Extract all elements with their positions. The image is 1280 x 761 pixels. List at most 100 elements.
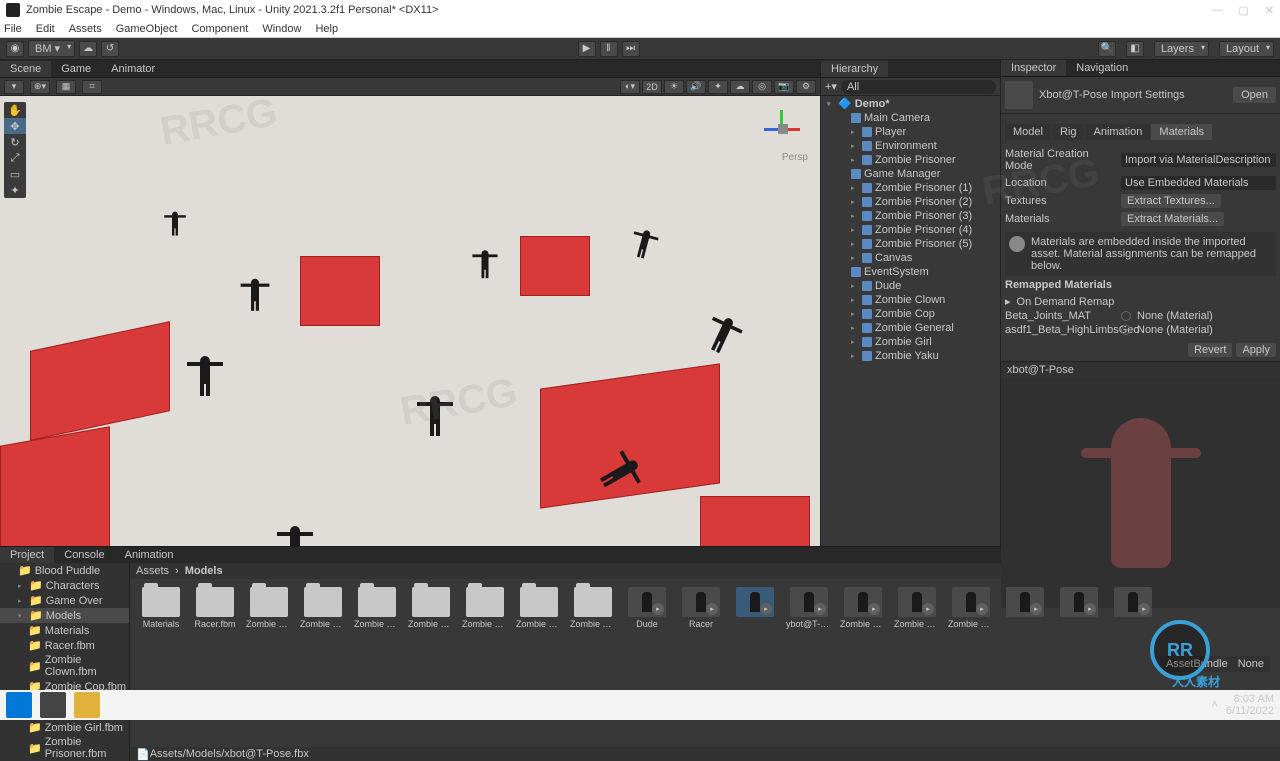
revert-button[interactable]: Revert [1188, 343, 1232, 357]
import-tab-materials[interactable]: Materials [1151, 124, 1212, 140]
open-button[interactable]: Open [1233, 87, 1276, 103]
search-icon[interactable]: 🔍 [1098, 41, 1116, 57]
rotate-tool[interactable]: ↻ [4, 134, 26, 150]
material-creation-dropdown[interactable]: Import via MaterialDescription [1121, 153, 1276, 167]
breadcrumb-item[interactable]: Models [185, 565, 223, 577]
scene-viewport[interactable]: ✋ ✥ ↻ ⤢ ▭ ✦ Persp [0, 96, 820, 546]
gizmos-dropdown[interactable]: ⚙ [796, 80, 816, 94]
tab-console[interactable]: Console [54, 547, 114, 563]
project-model[interactable]: ▸Zombie Cop [894, 587, 940, 629]
tab-scene[interactable]: Scene [0, 61, 51, 77]
transform-tool[interactable]: ✦ [4, 182, 26, 198]
minimize-button[interactable]: — [1211, 4, 1222, 17]
shading-dropdown[interactable]: ◐▾ [620, 80, 640, 94]
clock-date[interactable]: 6/11/2022 [1226, 705, 1274, 717]
gizmo-toggle[interactable]: ◎ [752, 80, 772, 94]
project-folder[interactable]: Zombie Pri... [462, 587, 508, 629]
taskbar-app-explorer[interactable] [74, 692, 100, 718]
project-folder[interactable]: Materials [138, 587, 184, 629]
tray-chevron-icon[interactable]: ˄ [1211, 699, 1217, 711]
rect-tool[interactable]: ▭ [4, 166, 26, 182]
hierarchy-item[interactable]: Main Camera [821, 111, 1000, 125]
start-button[interactable] [6, 692, 32, 718]
hierarchy-item[interactable]: ▸Zombie Girl [821, 335, 1000, 349]
hierarchy-item[interactable]: ▸Environment [821, 139, 1000, 153]
project-model-selected[interactable]: ▸ [732, 587, 778, 629]
account-icon[interactable]: ◉ [6, 41, 24, 57]
folder-item[interactable]: 📁Materials [0, 623, 129, 638]
project-model[interactable]: ▸ybot@T-P... [786, 587, 832, 629]
hierarchy-item[interactable]: ▸Zombie Prisoner (3) [821, 209, 1000, 223]
preview-title[interactable]: xbot@T-Pose [1001, 362, 1280, 378]
folder-item[interactable]: ▸📁Game Over [0, 593, 129, 608]
tab-animation[interactable]: Animation [115, 547, 184, 563]
import-tab-animation[interactable]: Animation [1085, 124, 1150, 140]
scale-tool[interactable]: ⤢ [4, 150, 26, 166]
project-folder[interactable]: Zombie Co... [300, 587, 346, 629]
folder-item-selected[interactable]: ▾📁Models [0, 608, 129, 623]
hierarchy-item[interactable]: ▸Dude [821, 279, 1000, 293]
pivot-dropdown[interactable]: ⊕▾ [30, 80, 50, 94]
menu-help[interactable]: Help [315, 23, 338, 35]
project-folder[interactable]: Zombie Ya... [570, 587, 616, 629]
folder-item[interactable]: 📁Racer.fbm [0, 638, 129, 653]
project-folder[interactable]: Zombie Girl... [408, 587, 454, 629]
project-folder[interactable]: Zombie Su... [516, 587, 562, 629]
hierarchy-item[interactable]: ▸Zombie Prisoner (2) [821, 195, 1000, 209]
hierarchy-item[interactable]: ▸Zombie Cop [821, 307, 1000, 321]
layout-dropdown[interactable]: Layout [1219, 41, 1274, 57]
fx-toggle[interactable]: ✦ [708, 80, 728, 94]
sky-toggle[interactable]: ☁ [730, 80, 750, 94]
extract-textures-button[interactable]: Extract Textures... [1121, 194, 1221, 208]
preview-viewport[interactable] [1001, 378, 1280, 608]
2d-toggle[interactable]: 2D [642, 80, 662, 94]
menu-edit[interactable]: Edit [36, 23, 55, 35]
hierarchy-search[interactable]: All [841, 80, 996, 94]
hierarchy-item[interactable]: ▸Zombie Prisoner (1) [821, 181, 1000, 195]
hierarchy-item[interactable]: EventSystem [821, 265, 1000, 279]
menu-assets[interactable]: Assets [69, 23, 102, 35]
maximize-button[interactable]: ▢ [1238, 4, 1248, 17]
step-button[interactable]: ⏭ [622, 41, 640, 57]
project-folder[interactable]: Zombie Cl... [246, 587, 292, 629]
hierarchy-item[interactable]: ▸Zombie Prisoner (5) [821, 237, 1000, 251]
hierarchy-item[interactable]: ▸Zombie General [821, 321, 1000, 335]
folder-item[interactable]: ▸📁Characters [0, 578, 129, 593]
projection-label[interactable]: Persp [782, 152, 808, 163]
snap-toggle[interactable]: ⌗ [82, 80, 102, 94]
project-model[interactable]: ▸ [1002, 587, 1048, 629]
pause-button[interactable]: ‖ [600, 41, 618, 57]
project-model[interactable]: ▸Dude [624, 587, 670, 629]
menu-component[interactable]: Component [191, 23, 248, 35]
light-toggle[interactable]: ☀ [664, 80, 684, 94]
tab-hierarchy[interactable]: Hierarchy [821, 61, 888, 77]
folder-item[interactable]: 📁Blood Puddle [0, 563, 129, 578]
tab-inspector[interactable]: Inspector [1001, 60, 1066, 76]
layers-icon[interactable]: ◧ [1126, 41, 1144, 57]
hierarchy-item[interactable]: ▸Zombie Clown [821, 293, 1000, 307]
import-tab-model[interactable]: Model [1005, 124, 1051, 140]
close-button[interactable]: ✕ [1265, 4, 1274, 17]
orientation-gizmo[interactable] [758, 104, 806, 152]
apply-button[interactable]: Apply [1236, 343, 1276, 357]
tab-animator[interactable]: Animator [101, 61, 165, 77]
menu-window[interactable]: Window [262, 23, 301, 35]
folder-item[interactable]: 📁Zombie Prisoner.fbm [0, 735, 129, 761]
material-field[interactable]: None (Material) [1137, 324, 1213, 336]
material-picker-icon[interactable] [1121, 311, 1131, 321]
hierarchy-item[interactable]: ▸Zombie Prisoner (4) [821, 223, 1000, 237]
material-picker-icon[interactable] [1121, 325, 1131, 335]
hierarchy-item[interactable]: ▸Zombie Yaku [821, 349, 1000, 363]
move-tool[interactable]: ✥ [4, 118, 26, 134]
history-icon[interactable]: ↺ [101, 41, 119, 57]
audio-toggle[interactable]: 🔊 [686, 80, 706, 94]
play-button[interactable]: ▶ [578, 41, 596, 57]
project-model[interactable]: ▸ [1056, 587, 1102, 629]
tab-game[interactable]: Game [51, 61, 101, 77]
folder-item[interactable]: 📁Zombie Clown.fbm [0, 653, 129, 679]
project-model[interactable]: ▸Zombie Cl... [840, 587, 886, 629]
project-model[interactable]: ▸Racer [678, 587, 724, 629]
clock-time[interactable]: 8:03 AM [1226, 693, 1274, 705]
tab-project[interactable]: Project [0, 547, 54, 563]
folder-item[interactable]: 📁Zombie Girl.fbm [0, 720, 129, 735]
